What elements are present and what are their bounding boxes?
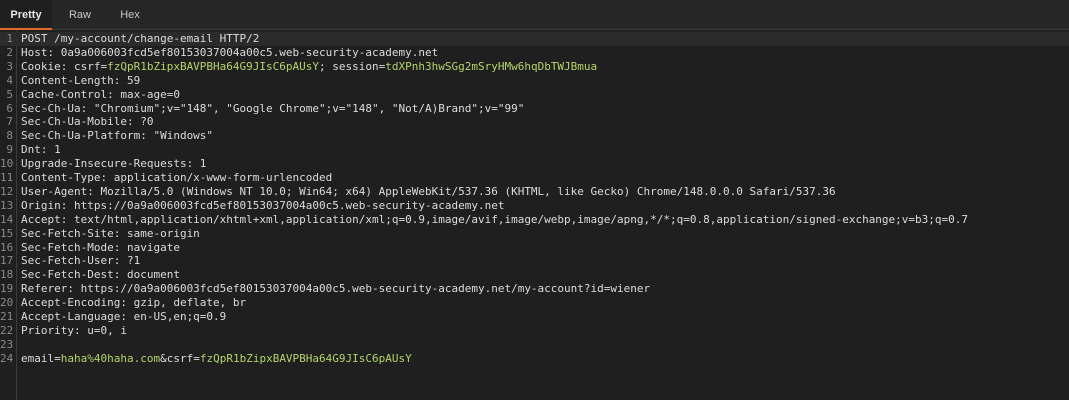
body-email-value: haha%40haha.com bbox=[60, 351, 161, 365]
request-line[interactable]: 3 Cookie: csrf=fzQpR1bZipxBAVPBHa64G9JIsC… bbox=[0, 60, 1069, 74]
tab-hex[interactable]: Hex bbox=[110, 0, 150, 30]
request-line[interactable]: 8 Sec-Ch-Ua-Platform: "Windows" bbox=[0, 129, 1069, 143]
request-line[interactable]: 19 Referer: https://0a9a006003fcd5ef80153… bbox=[0, 282, 1069, 296]
line-text: Sec-Ch-Ua-Mobile: ?0 bbox=[21, 115, 154, 129]
tab-raw[interactable]: Raw bbox=[60, 0, 100, 30]
line-number: 5 bbox=[6, 87, 13, 101]
line-text: Accept-Encoding: gzip, deflate, br bbox=[21, 296, 247, 310]
request-line[interactable]: 20 Accept-Encoding: gzip, deflate, br bbox=[0, 296, 1069, 310]
line-number: 4 bbox=[6, 73, 13, 87]
line-text: Sec-Fetch-User: ?1 bbox=[21, 254, 141, 268]
line-text: email=haha%40haha.com&csrf=fzQpR1bZipxBA… bbox=[21, 352, 412, 366]
request-line[interactable]: 6 Sec-Ch-Ua: "Chromium";v="148", "Google … bbox=[0, 102, 1069, 116]
line-number: 18 bbox=[0, 268, 14, 282]
header-separator-text: ; session= bbox=[319, 59, 386, 73]
line-number: 11 bbox=[0, 171, 14, 184]
line-number: 17 bbox=[0, 254, 14, 268]
line-number: 12 bbox=[0, 184, 14, 198]
body-param-name: email= bbox=[21, 351, 61, 365]
request-editor[interactable]: 1 POST /my-account/change-email HTTP/2 2 Ho… bbox=[0, 31, 1069, 400]
line-text: Origin: https://0a9a006003fcd5ef80153037… bbox=[21, 198, 505, 212]
cookie-csrf-value: fzQpR1bZipxBAVPBHa64G9JIsC6pAUsY bbox=[107, 59, 320, 73]
line-number: 9 bbox=[6, 143, 13, 157]
line-text: User-Agent: Mozilla/5.0 (Windows NT 10.0… bbox=[21, 184, 836, 198]
line-number: 7 bbox=[6, 115, 13, 129]
request-line[interactable]: 18 Sec-Fetch-Dest: document bbox=[0, 268, 1069, 282]
line-number: 6 bbox=[6, 101, 13, 115]
request-line[interactable]: 24 email=haha%40haha.com&csrf=fzQpR1bZipx… bbox=[0, 352, 1069, 366]
line-number: 1 bbox=[6, 32, 13, 45]
line-text: Referer: https://0a9a006003fcd5ef8015303… bbox=[21, 282, 651, 296]
line-text: Accept: text/html,application/xhtml+xml,… bbox=[21, 212, 969, 226]
request-line[interactable]: 12 User-Agent: Mozilla/5.0 (Windows NT 10… bbox=[0, 185, 1069, 199]
request-line[interactable]: 11 Content-Type: application/x-www-form-u… bbox=[0, 171, 1069, 185]
line-text: Content-Length: 59 bbox=[21, 73, 141, 87]
line-text: Upgrade-Insecure-Requests: 1 bbox=[21, 157, 207, 171]
line-number: 22 bbox=[0, 323, 14, 337]
line-number: 8 bbox=[6, 129, 13, 143]
line-number: 10 bbox=[0, 157, 14, 171]
line-text: Accept-Language: en-US,en;q=0.9 bbox=[21, 310, 227, 323]
line-text: Priority: u=0, i bbox=[21, 323, 127, 337]
request-line[interactable]: 2 Host: 0a9a006003fcd5ef80153037004a00c5.… bbox=[0, 46, 1069, 60]
line-number: 13 bbox=[0, 198, 14, 212]
cookie-session-value: tdXPnh3hwSGg2mSryHMw6hqDbTWJBmua bbox=[385, 59, 598, 73]
line-number: 24 bbox=[0, 351, 14, 365]
line-text: Content-Type: application/x-www-form-url… bbox=[21, 171, 333, 184]
tab-pretty[interactable]: Pretty bbox=[0, 0, 52, 30]
line-number: 23 bbox=[0, 337, 14, 351]
request-line[interactable]: 4 Content-Length: 59 bbox=[0, 74, 1069, 88]
line-text: Sec-Fetch-Site: same-origin bbox=[21, 226, 200, 240]
request-line[interactable]: 23 bbox=[0, 338, 1069, 352]
body-param-name: &csrf= bbox=[160, 351, 200, 365]
line-text: Sec-Ch-Ua-Platform: "Windows" bbox=[21, 129, 214, 143]
line-number: 19 bbox=[0, 282, 14, 296]
line-number: 14 bbox=[0, 212, 14, 226]
line-number: 21 bbox=[0, 310, 14, 323]
line-text: Sec-Fetch-Mode: navigate bbox=[21, 240, 180, 254]
line-text: Cache-Control: max-age=0 bbox=[21, 87, 180, 101]
request-line[interactable]: 13 Origin: https://0a9a006003fcd5ef801530… bbox=[0, 199, 1069, 213]
request-line[interactable]: 5 Cache-Control: max-age=0 bbox=[0, 88, 1069, 102]
view-tab-bar: Pretty Raw Hex bbox=[0, 0, 1069, 30]
request-line[interactable]: 21 Accept-Language: en-US,en;q=0.9 bbox=[0, 310, 1069, 324]
request-line[interactable]: 15 Sec-Fetch-Site: same-origin bbox=[0, 227, 1069, 241]
line-text: Cookie: csrf=fzQpR1bZipxBAVPBHa64G9JIsC6… bbox=[21, 60, 597, 74]
body-csrf-value: fzQpR1bZipxBAVPBHa64G9JIsC6pAUsY bbox=[199, 351, 412, 365]
request-line[interactable]: 10 Upgrade-Insecure-Requests: 1 bbox=[0, 157, 1069, 171]
line-text: POST /my-account/change-email HTTP/2 bbox=[21, 32, 260, 45]
request-line[interactable]: 16 Sec-Fetch-Mode: navigate bbox=[0, 241, 1069, 255]
header-name-text: Cookie: csrf= bbox=[21, 59, 108, 73]
line-text: Dnt: 1 bbox=[21, 143, 61, 157]
line-number: 15 bbox=[0, 226, 14, 240]
line-text: Sec-Ch-Ua: "Chromium";v="148", "Google C… bbox=[21, 101, 525, 115]
request-line[interactable]: 14 Accept: text/html,application/xhtml+xm… bbox=[0, 213, 1069, 227]
line-text: Sec-Fetch-Dest: document bbox=[21, 268, 180, 282]
line-text: Host: 0a9a006003fcd5ef80153037004a00c5.w… bbox=[21, 45, 439, 59]
request-line[interactable]: 7 Sec-Ch-Ua-Mobile: ?0 bbox=[0, 115, 1069, 129]
request-line[interactable]: 1 POST /my-account/change-email HTTP/2 bbox=[0, 32, 1069, 46]
request-line[interactable]: 22 Priority: u=0, i bbox=[0, 324, 1069, 338]
request-line[interactable]: 17 Sec-Fetch-User: ?1 bbox=[0, 254, 1069, 268]
line-number: 2 bbox=[6, 45, 13, 59]
request-line[interactable]: 9 Dnt: 1 bbox=[0, 143, 1069, 157]
line-number: 20 bbox=[0, 296, 14, 310]
line-number: 3 bbox=[6, 59, 13, 73]
line-number: 16 bbox=[0, 240, 14, 254]
